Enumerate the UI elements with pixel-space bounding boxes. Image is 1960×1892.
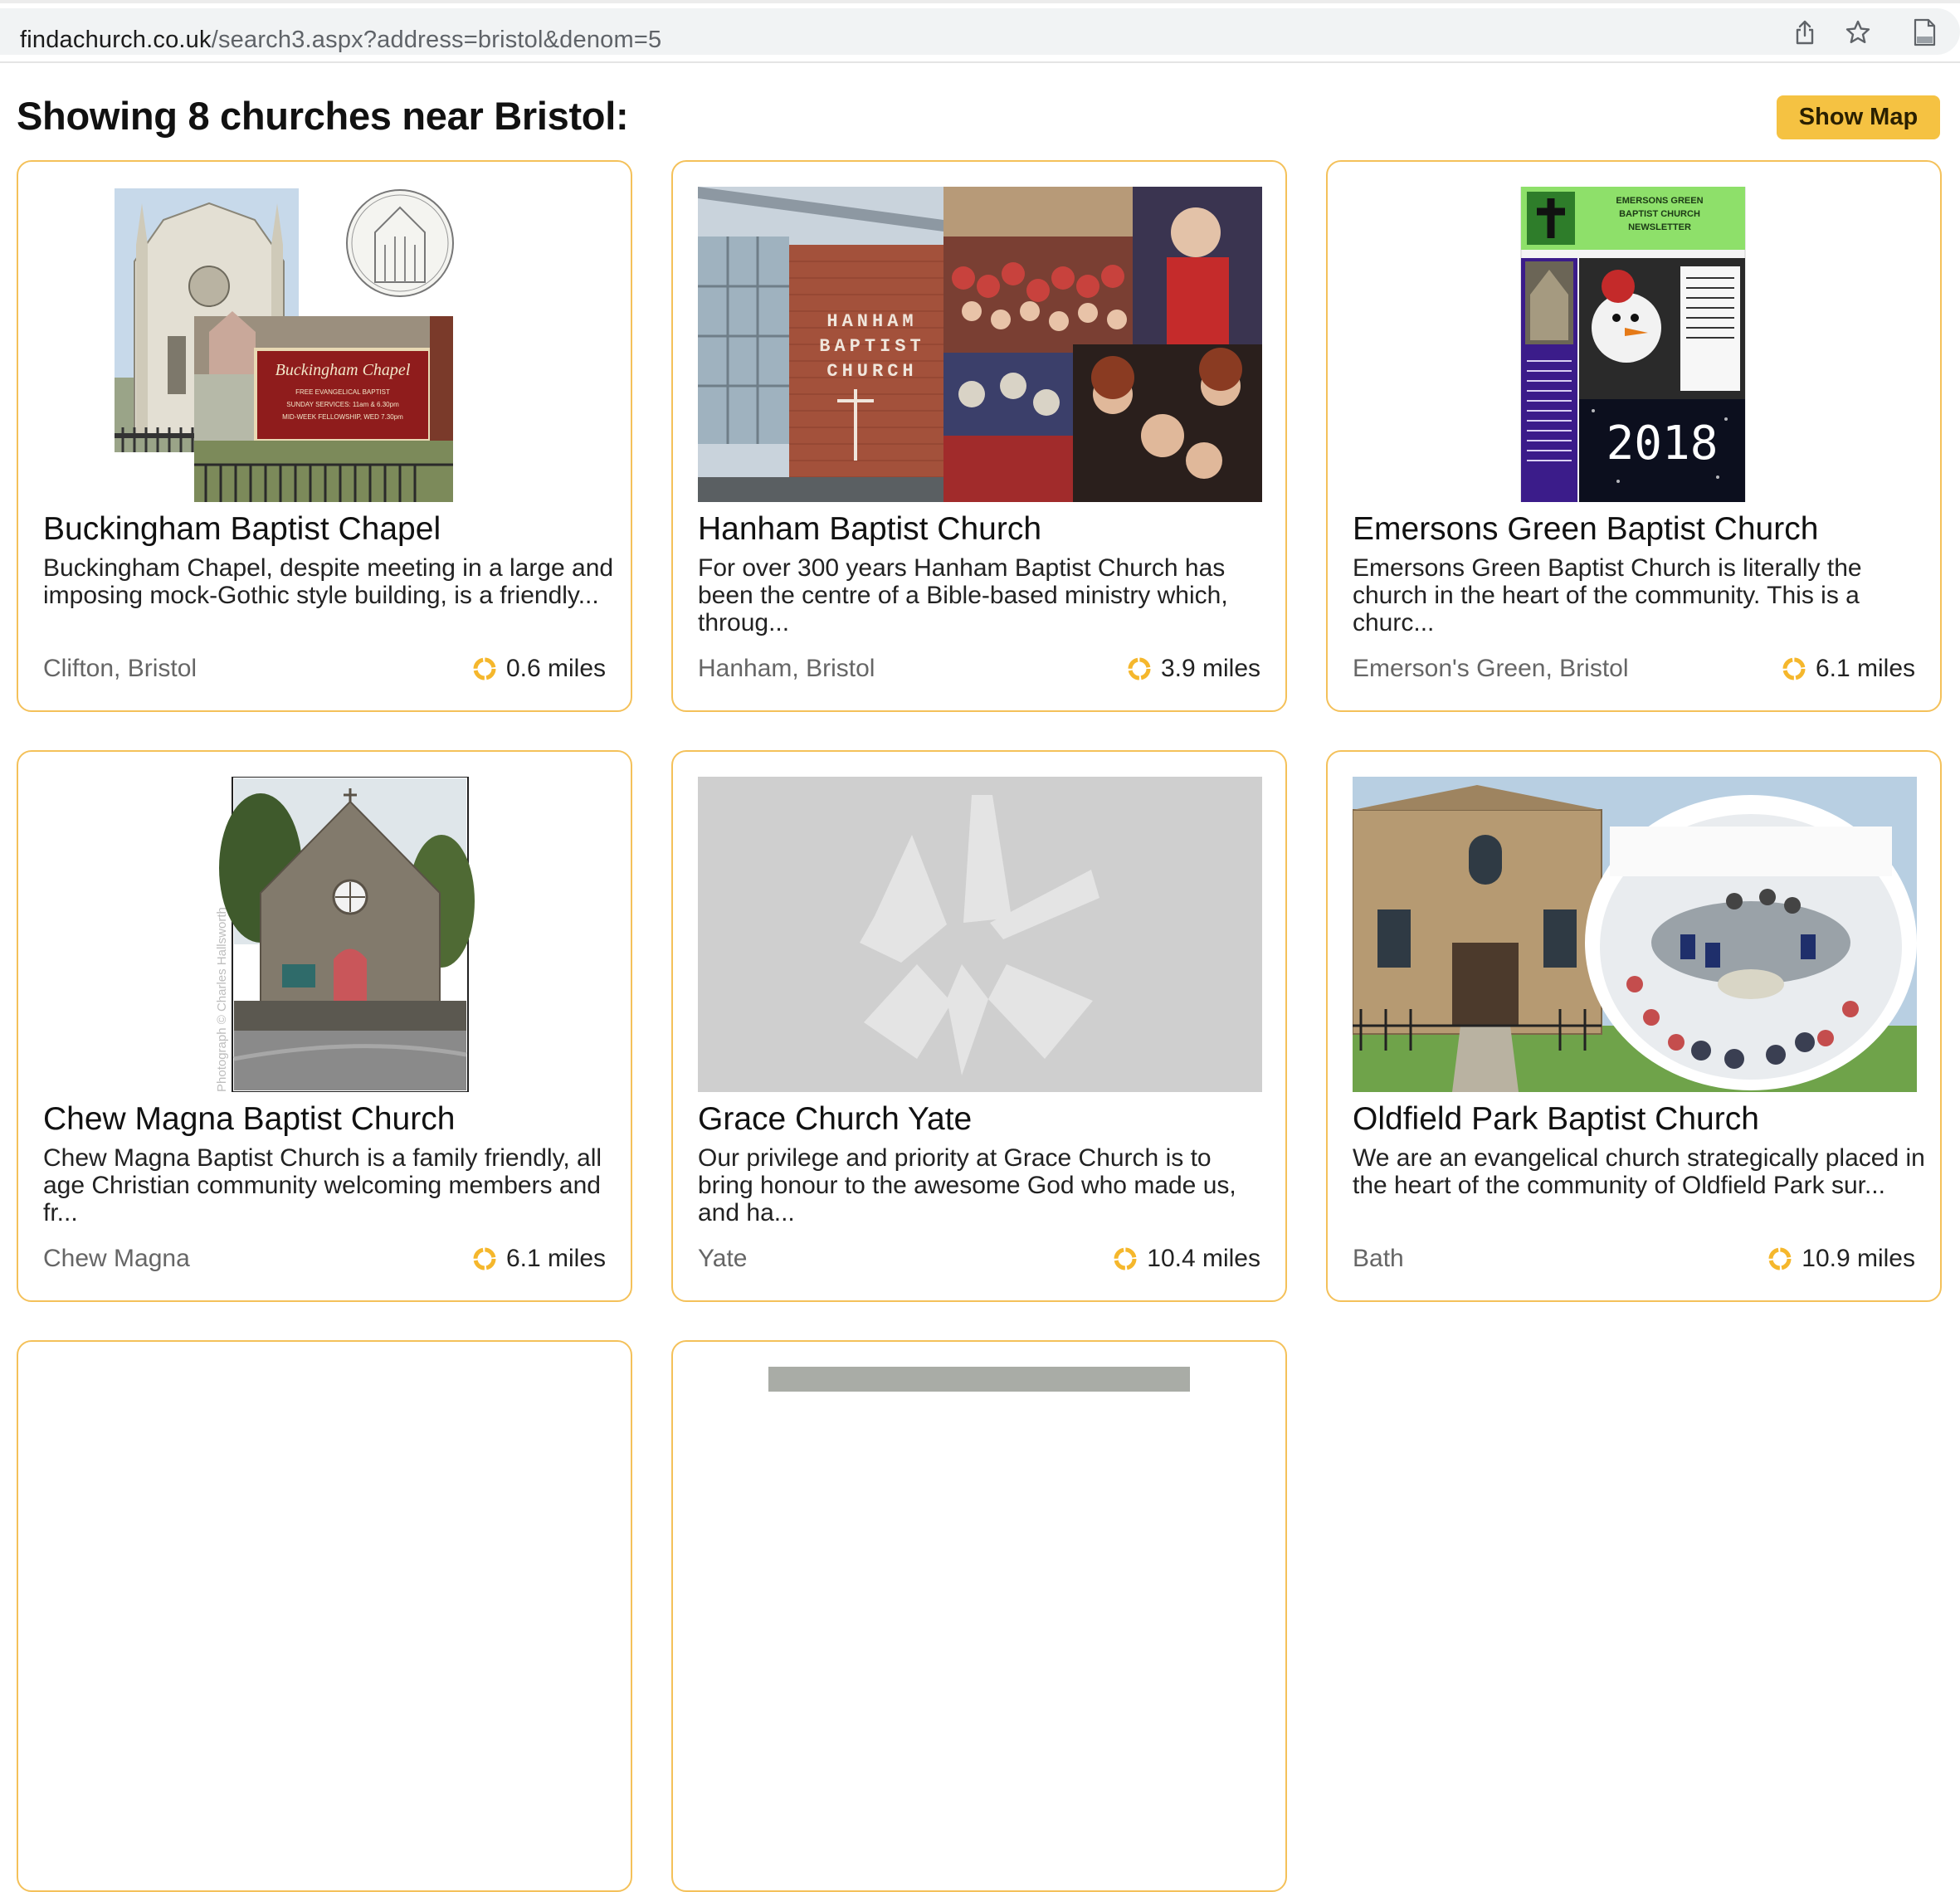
church-image[interactable]: EMERSONS GREEN BAPTIST CHURCH NEWSLETTER… [1353,187,1917,502]
distance-icon [1112,1246,1138,1272]
church-distance: 10.9 miles [1767,1245,1915,1273]
church-image[interactable] [698,777,1262,1092]
distance-icon [1781,656,1807,682]
church-image[interactable] [768,1367,1190,1392]
distance-icon [1126,656,1153,682]
url-text[interactable]: findachurch.co.uk/search3.aspx?address=b… [20,27,661,53]
photo-credit: Photograph © Charles Hallsworth [215,907,229,1092]
svg-text:MID-WEEK FELLOWSHIP, WED 7.30p: MID-WEEK FELLOWSHIP, WED 7.30pm [282,413,403,421]
distance-value: 6.1 miles [505,1245,606,1272]
church-distance: 0.6 miles [471,655,606,683]
church-image[interactable]: HANHAM BAPTIST CHURCH [698,187,1262,502]
church-distance: 3.9 miles [1126,655,1260,683]
svg-text:HANHAM: HANHAM [826,311,917,332]
church-card[interactable]: Oldfield Park Baptist Church We are an e… [1326,750,1942,1302]
church-card-partial[interactable] [671,1340,1287,1892]
show-map-button[interactable]: Show Map [1777,95,1940,139]
church-image[interactable] [1353,777,1917,1092]
church-distance: 10.4 miles [1112,1245,1260,1273]
distance-value: 6.1 miles [1815,655,1915,682]
church-card[interactable]: Buckingham Chapel FREE EVANGELICAL BAPTI… [17,160,632,712]
church-description: Buckingham Chapel, despite meeting in a … [43,554,614,609]
distance-icon [471,1246,498,1272]
svg-text:Buckingham Chapel: Buckingham Chapel [275,361,411,379]
church-description: We are an evangelical church strategical… [1353,1144,1925,1199]
church-location: Bath [1353,1245,1404,1272]
church-title[interactable]: Oldfield Park Baptist Church [1353,1100,1925,1139]
tab-strip-edge [0,0,1960,3]
star-icon[interactable] [1844,18,1872,46]
svg-text:BAPTIST CHURCH: BAPTIST CHURCH [1619,209,1700,219]
distance-value: 0.6 miles [505,655,606,682]
church-description: Chew Magna Baptist Church is a family fr… [43,1144,602,1226]
church-description: Emersons Green Baptist Church is literal… [1353,554,1862,636]
svg-text:CHURCH: CHURCH [826,361,917,382]
page-icon[interactable] [1910,18,1938,46]
church-title[interactable]: Grace Church Yate [698,1100,1270,1139]
church-card[interactable]: HANHAM BAPTIST CHURCH Hanham Baptist Chu… [671,160,1287,712]
url-host: findachurch.co.uk [20,27,212,53]
distance-value: 10.4 miles [1147,1245,1260,1272]
church-location: Emerson's Green, Bristol [1353,655,1629,682]
church-location: Chew Magna [43,1245,190,1272]
church-location: Hanham, Bristol [698,655,875,682]
url-path: /search3.aspx?address=bristol&denom=5 [211,27,662,53]
church-title[interactable]: Emersons Green Baptist Church [1353,510,1925,549]
church-card[interactable]: Photograph © Charles Hallsworth Chew Mag… [17,750,632,1302]
church-image[interactable]: Photograph © Charles Hallsworth [43,777,607,1092]
newsletter-year: 2018 [1607,417,1719,471]
church-title[interactable]: Chew Magna Baptist Church [43,1100,616,1139]
svg-text:FREE EVANGELICAL BAPTIST: FREE EVANGELICAL BAPTIST [295,388,390,396]
church-description: Our privilege and priority at Grace Chur… [698,1144,1236,1226]
church-image[interactable]: Buckingham Chapel FREE EVANGELICAL BAPTI… [43,187,607,502]
church-location: Yate [698,1245,748,1272]
share-icon[interactable] [1791,18,1819,46]
svg-text:BAPTIST: BAPTIST [819,336,924,357]
church-location: Clifton, Bristol [43,655,197,682]
church-distance: 6.1 miles [1781,655,1915,683]
church-card-partial[interactable] [17,1340,632,1892]
svg-text:NEWSLETTER: NEWSLETTER [1628,222,1691,232]
church-description: For over 300 years Hanham Baptist Church… [698,554,1228,636]
browser-toolbar: findachurch.co.uk/search3.aspx?address=b… [0,0,1960,63]
svg-text:EMERSONS GREEN: EMERSONS GREEN [1616,196,1703,206]
svg-text:SUNDAY SERVICES: 11am & 6.30pm: SUNDAY SERVICES: 11am & 6.30pm [286,401,399,408]
church-title[interactable]: Buckingham Baptist Chapel [43,510,616,549]
church-distance: 6.1 miles [471,1245,606,1273]
results-heading: Showing 8 churches near Bristol: [17,94,629,138]
distance-value: 10.9 miles [1802,1245,1915,1272]
distance-icon [1767,1246,1793,1272]
church-card[interactable]: Grace Church Yate Our privilege and prio… [671,750,1287,1302]
church-card[interactable]: EMERSONS GREEN BAPTIST CHURCH NEWSLETTER… [1326,160,1942,712]
distance-value: 3.9 miles [1160,655,1260,682]
distance-icon [471,656,498,682]
address-bar[interactable]: findachurch.co.uk/search3.aspx?address=b… [0,8,1960,55]
church-title[interactable]: Hanham Baptist Church [698,510,1270,549]
